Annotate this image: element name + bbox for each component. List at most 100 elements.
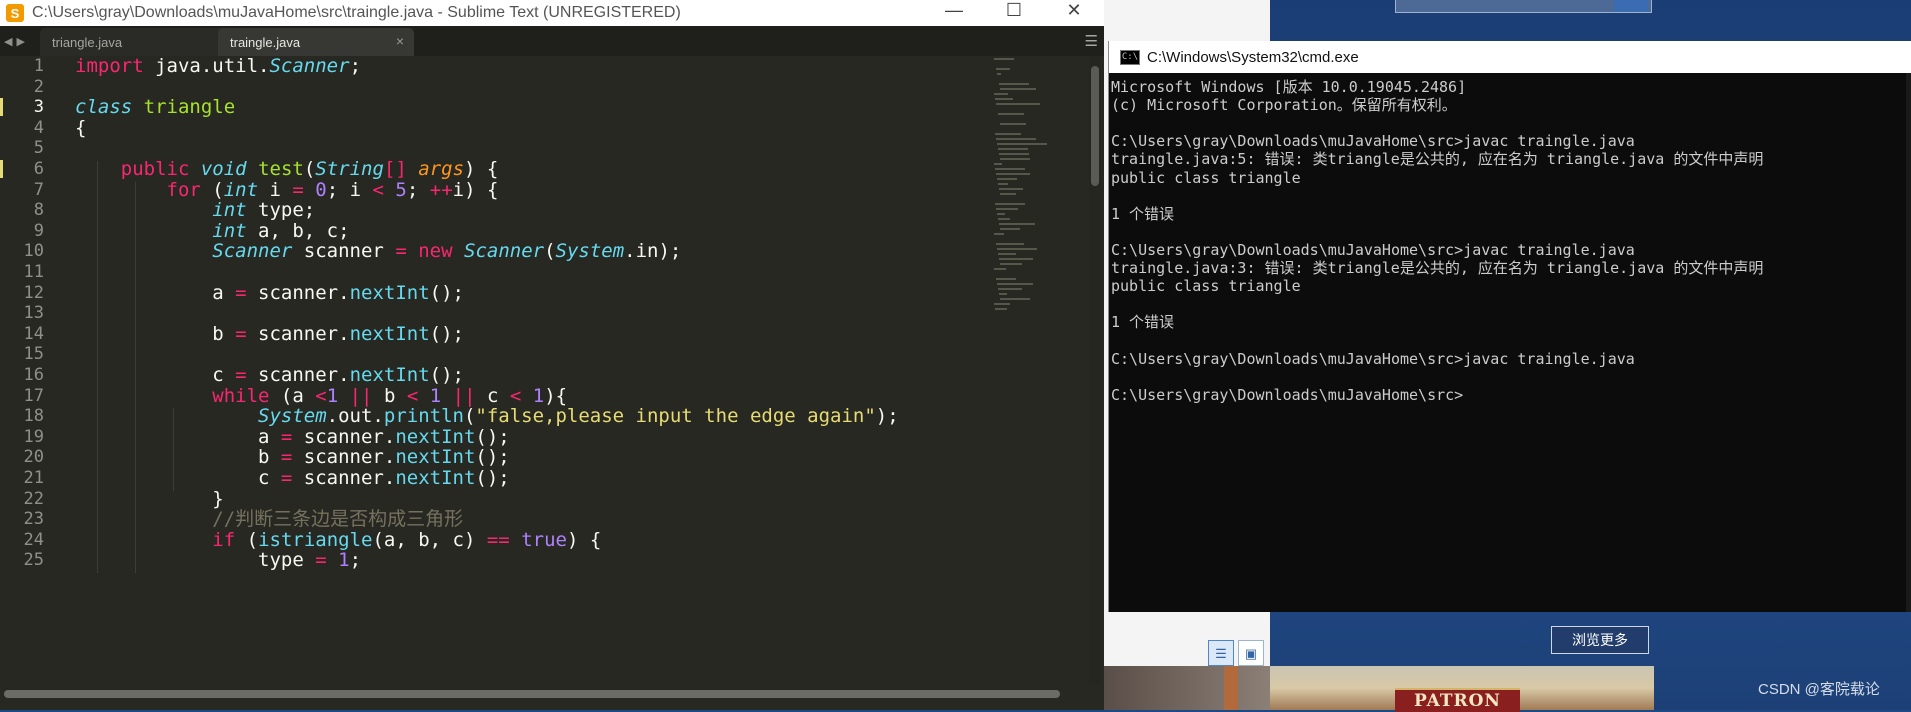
- line-number: 25: [23, 550, 44, 571]
- code-token: ();: [429, 281, 464, 304]
- minimap-line: [997, 248, 1037, 250]
- minimap-line: [999, 223, 1035, 225]
- minimap-line: [994, 163, 1002, 165]
- code-line: {: [75, 116, 86, 141]
- thumbnail-image[interactable]: [1104, 666, 1270, 710]
- line-number: 12: [23, 282, 44, 303]
- cmd-scrollbar[interactable]: [1906, 73, 1911, 612]
- minimap-line: [1000, 193, 1016, 195]
- vertical-scrollbar[interactable]: [1089, 56, 1101, 684]
- minimap-line: [996, 138, 1036, 140]
- code-token: a: [75, 281, 236, 304]
- image-view-icon[interactable]: ▣: [1238, 640, 1264, 666]
- cmd-window: C:\ C:\Windows\System32\cmd.exe Microsof…: [1108, 41, 1911, 612]
- tab-scroll-left-icon[interactable]: ◀: [4, 35, 12, 48]
- tab-scroll-right-icon[interactable]: ▶: [16, 35, 24, 48]
- line-number: 18: [23, 406, 44, 427]
- tab-triangle-java[interactable]: triangle.java ×: [40, 28, 236, 56]
- code-token: ==: [486, 528, 510, 551]
- minimap-line: [999, 153, 1029, 155]
- minimap-line: [997, 178, 1017, 180]
- line-number: 10: [23, 241, 44, 262]
- code-token: =: [395, 240, 407, 263]
- code-token: b: [75, 322, 236, 345]
- patron-banner-label: PATRON: [1395, 688, 1520, 712]
- code-token: );: [875, 405, 899, 428]
- code-token: i) {: [452, 178, 499, 201]
- tab-traingle-java[interactable]: traingle.java ×: [218, 28, 414, 56]
- minimap-line: [1000, 228, 1020, 230]
- code-token: .in);: [624, 240, 682, 263]
- tab-menu-icon[interactable]: ☰: [1085, 32, 1098, 50]
- minimap-line: [999, 293, 1007, 295]
- vertical-scroll-thumb[interactable]: [1091, 66, 1099, 186]
- code-token: 0: [315, 178, 327, 201]
- console-line: 1 个错误: [1111, 313, 1175, 332]
- code-token: scanner.: [246, 322, 350, 345]
- maximize-button[interactable]: ☐: [984, 0, 1044, 20]
- console-line: C:\Users\gray\Downloads\muJavaHome\src>j…: [1111, 349, 1635, 368]
- tab-label: triangle.java: [52, 34, 123, 50]
- code-token: 1: [338, 549, 350, 572]
- sublime-titlebar[interactable]: S C:\Users\gray\Downloads\muJavaHome\src…: [0, 0, 1104, 26]
- console-line: public class triangle: [1111, 277, 1301, 296]
- code-token: System: [555, 240, 625, 263]
- console-line: C:\Users\gray\Downloads\muJavaHome\src>j…: [1111, 240, 1635, 259]
- line-number: 8: [33, 200, 44, 221]
- tab-bar: ◀ ▶ triangle.java × traingle.java × ☰: [0, 26, 1104, 56]
- close-button[interactable]: ✕: [1044, 0, 1104, 20]
- csdn-watermark: CSDN @客院载论: [1758, 681, 1880, 698]
- code-token: nextInt: [349, 322, 430, 345]
- code-token: <: [372, 178, 384, 201]
- console-line: Microsoft Windows [版本 10.0.19045.2486]: [1111, 78, 1467, 96]
- code-token: new: [418, 240, 453, 263]
- code-line: a = scanner.nextInt();: [75, 281, 464, 306]
- code-token: {: [75, 116, 87, 139]
- minimap[interactable]: [990, 58, 1088, 678]
- horizontal-scrollbar[interactable]: [0, 684, 1104, 710]
- code-editor[interactable]: 1 2 3 4 5 6 7 8 9 10 11 12 13 14 15 16 17 18 19 20 21 22 23 24 2…: [0, 55, 1104, 684]
- code-token: nextInt: [395, 467, 476, 489]
- minimap-line: [1000, 123, 1026, 125]
- code-token: Scanner: [269, 55, 350, 77]
- list-view-icon[interactable]: ☰: [1208, 640, 1234, 666]
- console-line: 1 个错误: [1111, 204, 1175, 223]
- code-token: ();: [475, 467, 510, 489]
- minimap-line: [995, 203, 1025, 205]
- minimap-line: [996, 208, 1018, 210]
- console-line: traingle.java:5: 错误: 类triangle是公共的, 应在名为…: [1111, 150, 1764, 169]
- cmd-console-output[interactable]: Microsoft Windows [版本 10.0.19045.2486] (c…: [1111, 78, 1909, 608]
- browse-more-button[interactable]: 浏览更多: [1551, 626, 1649, 654]
- line-number: 13: [23, 303, 44, 324]
- code-token: "false,please input the edge again": [475, 405, 876, 428]
- code-token: =: [315, 549, 327, 572]
- console-line: C:\Users\gray\Downloads\muJavaHome\src>: [1111, 385, 1464, 404]
- code-token: ();: [429, 322, 464, 345]
- line-number: 11: [23, 262, 44, 282]
- thumbnail-pole-shape: [1224, 666, 1238, 710]
- code-token: ;: [349, 55, 362, 77]
- minimap-line: [995, 133, 1021, 135]
- horizontal-scroll-thumb[interactable]: [4, 690, 1060, 698]
- code-token: scanner.: [292, 467, 396, 489]
- minimize-button[interactable]: —: [924, 0, 984, 20]
- code-token: 5: [395, 178, 407, 201]
- minimap-line: [1000, 263, 1022, 265]
- minimap-line: [996, 278, 1016, 280]
- modified-line-marker: [0, 160, 3, 178]
- minimap-line: [997, 213, 1005, 215]
- code-token: nextInt: [349, 281, 430, 304]
- line-number: 17: [23, 385, 44, 406]
- background-search-button[interactable]: [1614, 0, 1648, 12]
- minimap-line: [1000, 298, 1030, 300]
- minimap-line: [999, 188, 1023, 190]
- minimap-line: [1000, 88, 1036, 90]
- code-token: scanner.: [246, 281, 350, 304]
- code-token: ++: [429, 178, 453, 201]
- code-token: triangle: [143, 96, 236, 119]
- tab-close-icon[interactable]: ×: [396, 33, 404, 49]
- code-line: Scanner scanner = new Scanner(System.in)…: [75, 239, 681, 264]
- cmd-titlebar[interactable]: C:\ C:\Windows\System32\cmd.exe: [1109, 41, 1911, 73]
